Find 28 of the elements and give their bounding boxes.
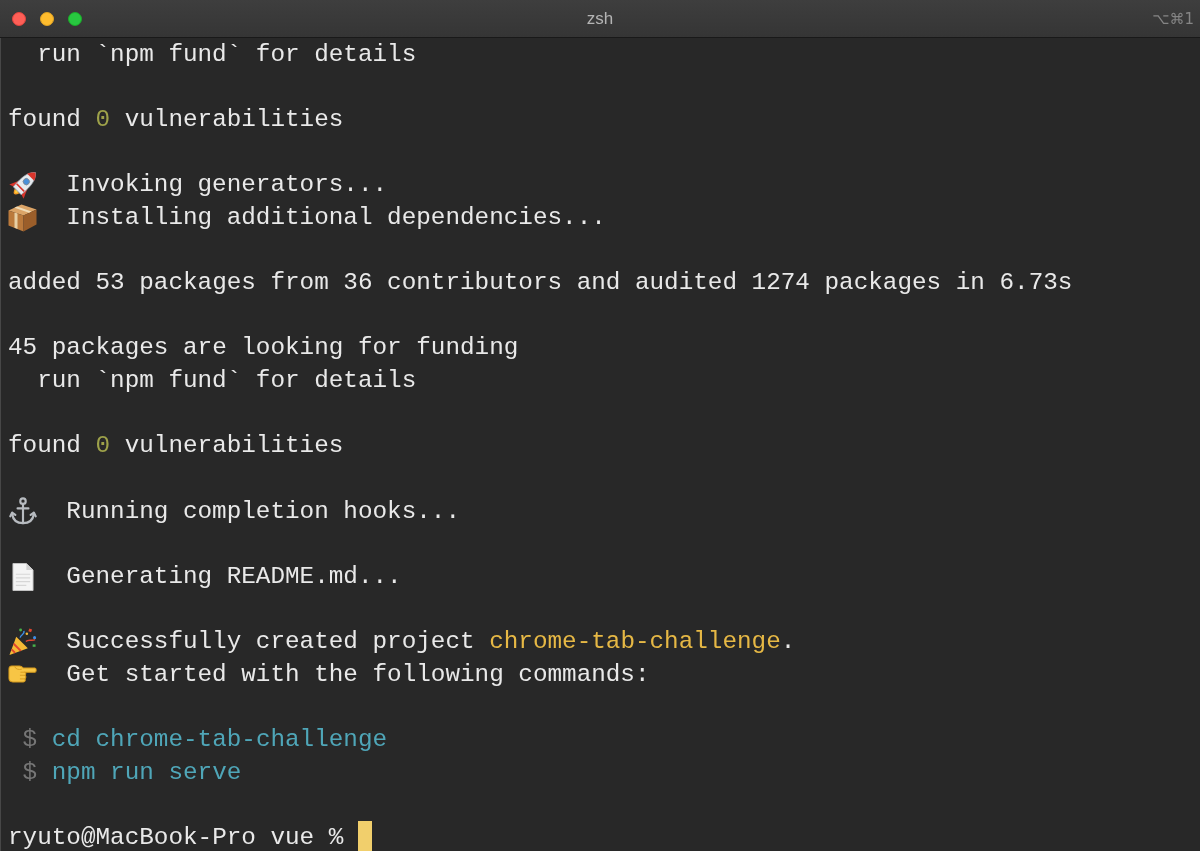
output-line: run `npm fund` for details (37, 367, 417, 394)
shortcut-label: ⌥⌘1 (1152, 9, 1195, 28)
status-message: Successfully created project chrome-tab-challenge. (66, 629, 796, 655)
status-message: Running completion hooks... (66, 498, 460, 525)
window-title: zsh (586, 8, 614, 29)
output-line: found 0 vulnerabilities (8, 106, 344, 133)
zoom-button[interactable] (68, 11, 82, 26)
status-message: Installing additional dependencies... (66, 204, 606, 231)
output-line: run `npm fund` for details (37, 41, 417, 68)
package-icon (8, 203, 38, 232)
party-popper-icon (8, 627, 37, 656)
output-line: found 0 vulnerabilities (8, 433, 344, 459)
document-icon (11, 562, 34, 591)
close-button[interactable] (12, 11, 26, 26)
prompt-symbol: $ (22, 759, 38, 786)
status-message: Get started with the following commands: (66, 661, 650, 688)
command-text: cd chrome-tab-challenge (51, 727, 388, 753)
shell-prompt: ryuto@MacBook-Pro vue % (8, 824, 344, 851)
rocket-icon (8, 170, 37, 199)
status-message: Invoking generators... (66, 172, 388, 198)
anchor-icon (8, 497, 37, 526)
pointing-hand-icon (8, 665, 38, 684)
minimize-button[interactable] (40, 11, 54, 26)
output-line: 45 packages are looking for funding (8, 335, 519, 361)
output-line: added 53 packages from 36 contributors and audited 1274 packages in 6.73s (8, 270, 1073, 296)
status-message: Generating README.md... (66, 563, 402, 590)
command-text: npm run serve (51, 759, 242, 786)
prompt-symbol: $ (22, 727, 38, 753)
